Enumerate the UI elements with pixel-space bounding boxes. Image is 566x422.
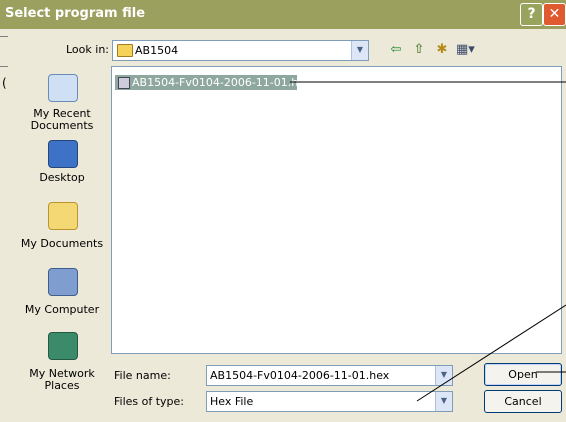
file-list[interactable]: AB1504-Fv0104-2006-11-01.hex (111, 66, 562, 354)
place-label: My Recent Documents (30, 107, 94, 132)
folder-icon (117, 44, 133, 57)
open-button[interactable]: Open (484, 363, 562, 386)
my-documents-icon (48, 202, 78, 230)
desktop-icon (48, 140, 78, 168)
look-in-value: AB1504 (135, 44, 179, 57)
file-item-name: AB1504-Fv0104-2006-11-01.hex (132, 76, 312, 89)
file-name-input[interactable]: AB1504-Fv0104-2006-11-01.hex ▼ (206, 365, 453, 386)
new-folder-icon[interactable]: ✱ (433, 41, 451, 59)
file-type-combo[interactable]: Hex File ▼ (206, 391, 453, 412)
views-menu-icon[interactable]: ▦▾ (456, 41, 475, 59)
background-window-edge (0, 36, 8, 37)
dialog-title: Select program file (5, 6, 146, 21)
my-computer-icon (48, 268, 78, 296)
file-type-value: Hex File (210, 395, 254, 408)
place-label: My Computer (24, 303, 100, 316)
network-places-icon (48, 332, 78, 360)
back-icon[interactable]: ⇦ (387, 41, 405, 59)
hex-file-icon (118, 77, 130, 89)
look-in-combo[interactable]: AB1504 ▼ (112, 40, 369, 61)
cancel-button[interactable]: Cancel (484, 390, 562, 413)
recent-documents-icon (48, 74, 78, 102)
file-item[interactable]: AB1504-Fv0104-2006-11-01.hex (115, 75, 311, 90)
file-type-label: Files of type: (114, 395, 185, 408)
place-label: My Documents (20, 237, 104, 250)
file-name-value: AB1504-Fv0104-2006-11-01.hex (210, 369, 390, 382)
place-label: Desktop (39, 171, 85, 184)
up-folder-icon[interactable]: ⇧ (410, 41, 428, 59)
chevron-down-icon[interactable]: ▼ (435, 392, 452, 411)
help-button[interactable]: ? (520, 3, 543, 26)
title-bar[interactable]: Select program file ? ✕ (0, 0, 566, 29)
look-in-label: Look in: (66, 43, 109, 56)
background-window-edge (0, 66, 8, 67)
file-name-label: File name: (114, 369, 171, 382)
close-button[interactable]: ✕ (543, 3, 566, 26)
place-label: My Network Places (29, 367, 95, 392)
chevron-down-icon[interactable]: ▼ (351, 41, 368, 60)
background-window-fragment: ( (2, 76, 7, 90)
chevron-down-icon[interactable]: ▼ (435, 366, 452, 385)
